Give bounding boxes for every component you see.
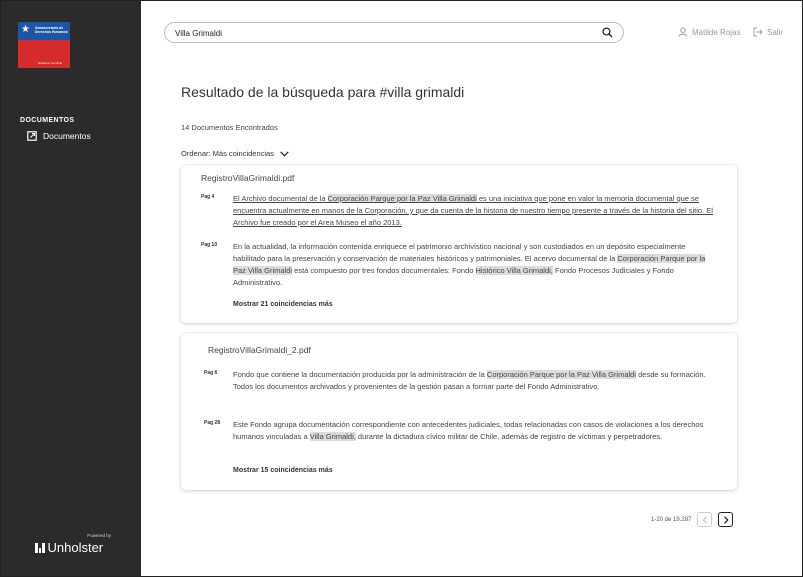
logo-gov-name: Gobierno de Chile bbox=[38, 61, 63, 65]
snippet-text: está compuesto por tres fondos documenta… bbox=[292, 266, 476, 275]
highlighted-match: Villa Grimaldi, bbox=[309, 432, 356, 441]
hit-snippet[interactable]: El Archivo documental de la Corporación … bbox=[233, 193, 713, 229]
logo-org-name: Subsecretaría de Derechos Humanos bbox=[35, 26, 68, 34]
unholster-logo-icon bbox=[35, 542, 45, 553]
sidebar: ★ Subsecretaría de Derechos Humanos Gobi… bbox=[1, 1, 141, 576]
powered-by-unholster[interactable]: Powered by Unholster bbox=[31, 533, 111, 555]
user-menu[interactable]: Matilde Rojas bbox=[678, 27, 740, 37]
sidebar-section-title: DOCUMENTOS bbox=[20, 117, 75, 124]
pagination-range: 1-20 de 19.287 bbox=[651, 516, 692, 523]
next-page-button[interactable] bbox=[718, 512, 734, 527]
sort-label: Ordenar: Más coincidencias bbox=[181, 149, 274, 158]
chevron-left-icon bbox=[702, 515, 707, 524]
chevron-down-icon bbox=[280, 150, 289, 157]
star-icon: ★ bbox=[21, 24, 30, 35]
logout-label: Salir bbox=[767, 27, 784, 37]
powered-by-label: Powered by bbox=[87, 533, 111, 538]
highlighted-match: Corporación Parque por la Paz Villa Grim… bbox=[486, 370, 637, 379]
highlighted-match: Histórico Villa Grimaldi, bbox=[475, 266, 553, 275]
hit-page: Pag 6 bbox=[204, 370, 218, 376]
search-icon[interactable] bbox=[602, 27, 613, 38]
results-count: 14 Documentos Encontrados bbox=[181, 123, 278, 132]
sort-dropdown[interactable]: Ordenar: Más coincidencias bbox=[181, 149, 289, 158]
hit-snippet[interactable]: Fondo que contiene la documentación prod… bbox=[233, 369, 713, 393]
highlighted-match: Corporación Parque por la Paz Villa Grim… bbox=[327, 194, 477, 203]
result-filename[interactable]: RegistroVillaGrimaldi.pdf bbox=[201, 173, 294, 183]
hit-snippet[interactable]: Este Fondo agrupa documentación correspo… bbox=[233, 419, 713, 443]
hit-snippet[interactable]: En la actualidad, la información conteni… bbox=[233, 241, 713, 289]
snippet-text: durante la dictadura cívico militar de C… bbox=[355, 432, 663, 441]
ministry-logo[interactable]: ★ Subsecretaría de Derechos Humanos Gobi… bbox=[18, 22, 70, 68]
sidebar-item-label: Documentos bbox=[43, 131, 91, 141]
sidebar-item-documentos[interactable]: Documentos bbox=[27, 131, 91, 141]
show-more-link[interactable]: Mostrar 21 coincidencias más bbox=[233, 301, 333, 308]
app-window: ★ Subsecretaría de Derechos Humanos Gobi… bbox=[0, 0, 803, 577]
external-document-icon bbox=[27, 131, 37, 141]
snippet-text: Fondo que contiene la documentación prod… bbox=[233, 370, 487, 379]
hit-page: Pag 10 bbox=[201, 242, 218, 248]
search-bar bbox=[164, 22, 624, 43]
user-name: Matilde Rojas bbox=[692, 27, 741, 37]
result-card: RegistroVillaGrimaldi.pdf Pag 4 El Archi… bbox=[181, 165, 737, 323]
brand-name: Unholster bbox=[47, 540, 104, 555]
logout-button[interactable]: Salir bbox=[753, 27, 783, 37]
show-more-link[interactable]: Mostrar 15 coincidencias más bbox=[233, 467, 333, 474]
search-input[interactable] bbox=[175, 26, 595, 40]
logout-icon bbox=[753, 27, 763, 37]
page-title: Resultado de la búsqueda para #villa gri… bbox=[181, 84, 465, 100]
hit-page: Pag 28 bbox=[204, 420, 221, 426]
chevron-right-icon bbox=[723, 515, 729, 524]
snippet-text: El Archivo documental de la bbox=[233, 194, 328, 203]
user-icon bbox=[678, 27, 688, 37]
hit-page: Pag 4 bbox=[201, 194, 215, 200]
pagination: 1-20 de 19.287 bbox=[651, 512, 734, 527]
result-filename[interactable]: RegistroVillaGrimaldi_2.pdf bbox=[208, 345, 311, 355]
result-card: RegistroVillaGrimaldi_2.pdf Pag 6 Fondo … bbox=[181, 333, 737, 490]
prev-page-button[interactable] bbox=[697, 512, 713, 527]
